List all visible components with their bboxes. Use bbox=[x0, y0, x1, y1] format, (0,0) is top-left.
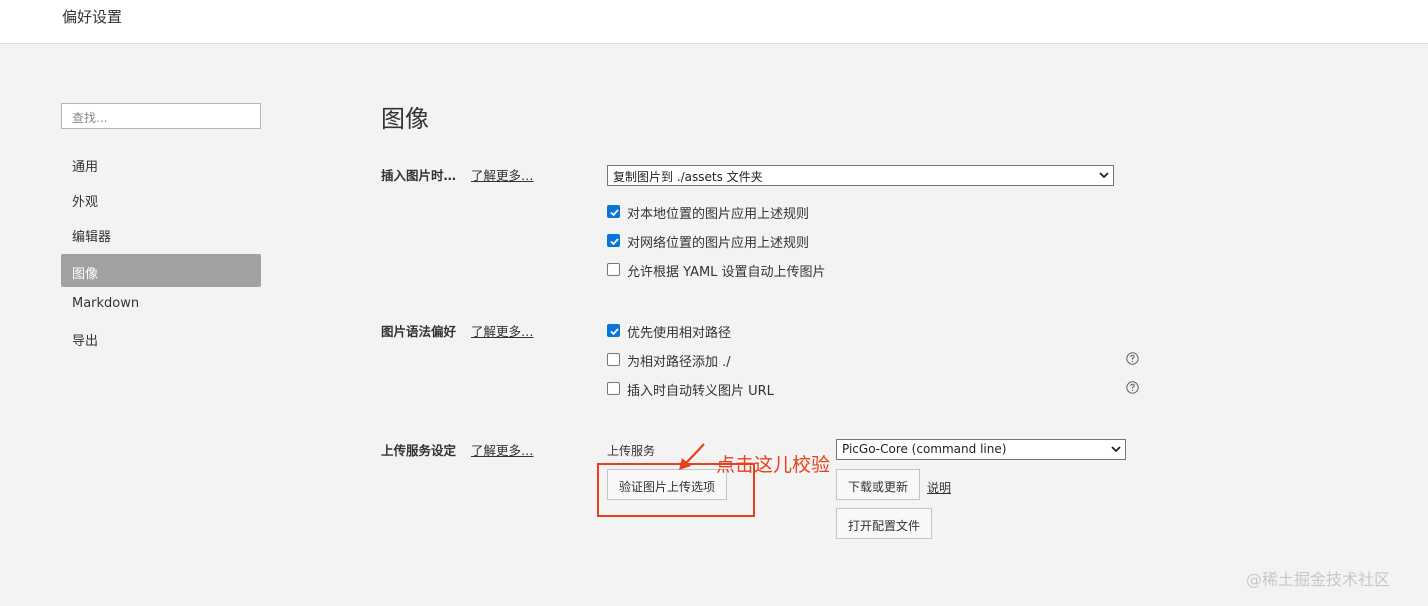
sidebar-item-export[interactable]: 导出 bbox=[61, 321, 261, 354]
search-placeholder: 查找... bbox=[72, 111, 108, 125]
chevron-down-icon bbox=[1099, 172, 1109, 179]
arrow-icon bbox=[679, 443, 705, 470]
option-label: 为相对路径添加 ./ bbox=[627, 355, 731, 370]
checkbox-checked[interactable] bbox=[607, 234, 620, 247]
insert-action-value: 复制图片到 ./assets 文件夹 bbox=[613, 170, 763, 184]
sidebar-item-general[interactable]: 通用 bbox=[61, 147, 261, 180]
sidebar-item-appearance[interactable]: 外观 bbox=[61, 182, 261, 215]
sidebar-item-label: Markdown bbox=[72, 296, 140, 311]
option-label: 优先使用相对路径 bbox=[627, 326, 732, 341]
option-label: 对网络位置的图片应用上述规则 bbox=[627, 236, 810, 251]
help-icon[interactable] bbox=[1126, 352, 1139, 365]
option-label: 允许根据 YAML 设置自动上传图片 bbox=[627, 265, 826, 280]
checkbox-unchecked[interactable] bbox=[607, 263, 620, 276]
sidebar-item-label: 外观 bbox=[72, 195, 99, 210]
checkbox-checked[interactable] bbox=[607, 205, 620, 218]
syntax-learn-more-link[interactable]: 了解更多… bbox=[471, 321, 534, 340]
download-update-label: 下载或更新 bbox=[847, 480, 908, 494]
syntax-section-label: 图片语法偏好 bbox=[381, 324, 457, 339]
check-icon bbox=[610, 328, 619, 336]
upload-service-value: PicGo-Core (command line) bbox=[842, 442, 1007, 456]
checkbox-unchecked[interactable] bbox=[607, 353, 620, 366]
search-input[interactable]: 查找... bbox=[61, 103, 261, 129]
sidebar-item-label: 编辑器 bbox=[72, 230, 112, 245]
download-update-button[interactable]: 下载或更新 bbox=[836, 469, 920, 500]
check-icon bbox=[610, 209, 619, 217]
title-bar: 偏好设置 bbox=[0, 0, 1428, 44]
sidebar-item-editor[interactable]: 编辑器 bbox=[61, 217, 261, 250]
sidebar-item-markdown[interactable]: Markdown bbox=[61, 287, 261, 320]
checkbox-unchecked[interactable] bbox=[607, 382, 620, 395]
insert-action-select[interactable]: 复制图片到 ./assets 文件夹 bbox=[607, 165, 1114, 186]
insert-learn-more-link[interactable]: 了解更多… bbox=[471, 165, 534, 184]
explain-link[interactable]: 说明 bbox=[927, 479, 951, 496]
help-icon[interactable] bbox=[1126, 381, 1139, 394]
sidebar-item-image[interactable]: 图像 bbox=[61, 254, 261, 287]
sidebar-item-label: 导出 bbox=[72, 334, 99, 349]
upload-service-select[interactable]: PicGo-Core (command line) bbox=[836, 439, 1126, 460]
upload-service-label: 上传服务 bbox=[607, 444, 656, 458]
option-label: 对本地位置的图片应用上述规则 bbox=[627, 207, 810, 222]
option-label: 插入时自动转义图片 URL bbox=[627, 384, 774, 399]
sidebar-item-label: 图像 bbox=[72, 267, 99, 282]
annotation-text: 点击这儿校验 bbox=[716, 454, 831, 476]
checkbox-checked[interactable] bbox=[607, 324, 620, 337]
chevron-down-icon bbox=[1111, 446, 1121, 453]
window-title: 偏好设置 bbox=[62, 8, 123, 26]
open-config-label: 打开配置文件 bbox=[847, 519, 920, 533]
insert-section-label: 插入图片时… bbox=[381, 168, 457, 183]
open-config-button[interactable]: 打开配置文件 bbox=[836, 508, 932, 539]
watermark: @稀土掘金技术社区 bbox=[1246, 570, 1391, 589]
upload-section-label: 上传服务设定 bbox=[381, 443, 457, 458]
upload-learn-more-link[interactable]: 了解更多… bbox=[471, 440, 534, 459]
sidebar-item-label: 通用 bbox=[72, 160, 99, 175]
check-icon bbox=[610, 238, 619, 246]
page-title: 图像 bbox=[381, 105, 429, 133]
